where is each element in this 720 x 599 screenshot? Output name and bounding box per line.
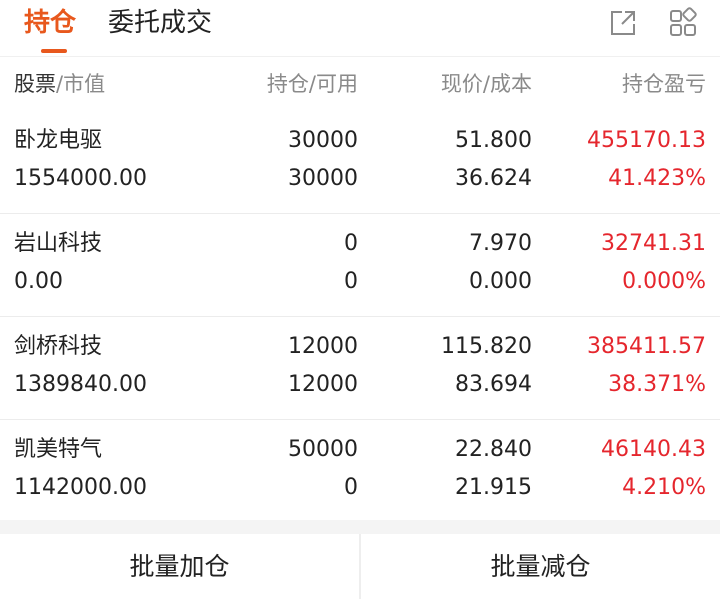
cost-price: 0.000 — [469, 269, 532, 294]
pnl-percent: 0.000% — [622, 269, 706, 294]
available-quantity: 0 — [344, 475, 358, 500]
export-icon[interactable] — [606, 6, 640, 40]
cost-price: 36.624 — [455, 166, 532, 191]
market-value: 1142000.00 — [14, 475, 147, 500]
tab-orders[interactable]: 委托成交 — [108, 6, 212, 40]
current-price: 115.820 — [441, 334, 532, 359]
position-quantity: 30000 — [288, 128, 358, 153]
column-header-stock-label: 股票 — [14, 72, 56, 96]
available-quantity: 30000 — [288, 166, 358, 191]
pnl-percent: 38.371% — [608, 372, 706, 397]
position-quantity: 50000 — [288, 437, 358, 462]
cost-price: 83.694 — [455, 372, 532, 397]
holding-row[interactable]: 卧龙电驱 1554000.00 30000 30000 51.800 36.62… — [0, 110, 720, 213]
header-divider — [0, 56, 720, 57]
active-tab-indicator — [41, 49, 67, 53]
position-pnl: 32741.31 — [601, 231, 706, 256]
current-price: 7.970 — [469, 231, 532, 256]
available-quantity: 0 — [344, 269, 358, 294]
column-header-stock: 股票/市值 — [14, 70, 105, 98]
position-pnl: 385411.57 — [587, 334, 706, 359]
stock-name: 凯美特气 — [14, 437, 103, 462]
cost-price: 21.915 — [455, 475, 532, 500]
position-quantity: 12000 — [288, 334, 358, 359]
batch-add-button[interactable]: 批量加仓 — [0, 534, 359, 599]
market-value: 1389840.00 — [14, 372, 147, 397]
section-gap — [0, 520, 720, 534]
position-quantity: 0 — [344, 231, 358, 256]
grid-icon[interactable] — [666, 6, 700, 40]
holding-row[interactable]: 剑桥科技 1389840.00 12000 12000 115.820 83.6… — [0, 316, 720, 419]
market-value: 0.00 — [14, 269, 63, 294]
column-header-market-value-label: /市值 — [56, 72, 106, 96]
position-pnl: 455170.13 — [587, 128, 706, 153]
available-quantity: 12000 — [288, 372, 358, 397]
stock-name: 剑桥科技 — [14, 334, 103, 359]
tab-holdings[interactable]: 持仓 — [24, 6, 76, 40]
pnl-percent: 4.210% — [622, 475, 706, 500]
current-price: 51.800 — [455, 128, 532, 153]
market-value: 1554000.00 — [14, 166, 147, 191]
stock-name: 岩山科技 — [14, 231, 103, 256]
tab-bar: 持仓 委托成交 — [0, 0, 720, 57]
column-header-pnl: 持仓盈亏 — [622, 72, 706, 96]
stock-name: 卧龙电驱 — [14, 128, 103, 153]
holding-row[interactable]: 岩山科技 0.00 0 0 7.970 0.000 32741.31 0.000… — [0, 213, 720, 316]
batch-reduce-button[interactable]: 批量减仓 — [361, 534, 720, 599]
column-header-price: 现价/成本 — [440, 72, 532, 96]
position-pnl: 46140.43 — [601, 437, 706, 462]
bottom-action-bar: 批量加仓 批量减仓 — [0, 534, 720, 599]
current-price: 22.840 — [455, 437, 532, 462]
column-header-position: 持仓/可用 — [266, 72, 358, 96]
pnl-percent: 41.423% — [608, 166, 706, 191]
holding-row[interactable]: 凯美特气 1142000.00 50000 0 22.840 21.915 46… — [0, 419, 720, 522]
